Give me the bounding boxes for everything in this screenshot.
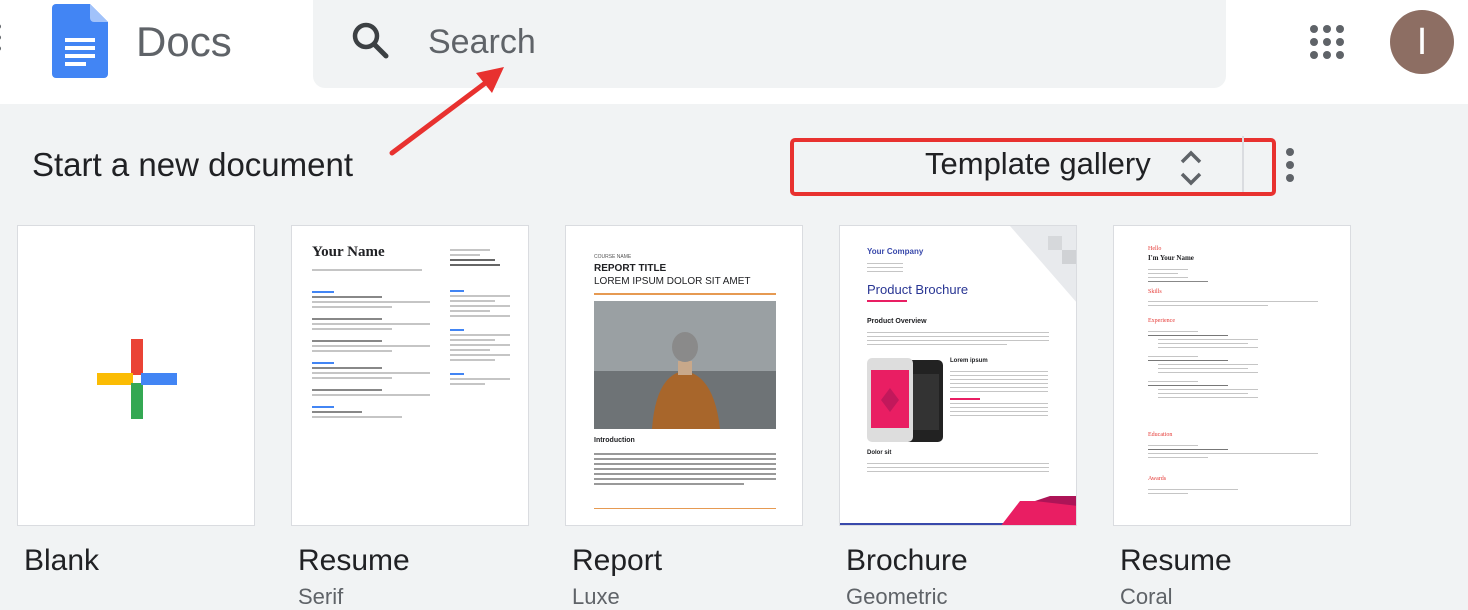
template-label-report[interactable]: Report bbox=[572, 544, 662, 578]
template-label-brochure[interactable]: Brochure bbox=[846, 544, 968, 578]
search-icon[interactable] bbox=[350, 20, 390, 60]
template-report[interactable]: COURSE NAME REPORT TITLE LOREM IPSUM DOL… bbox=[565, 225, 803, 526]
preview-overview: Product Overview bbox=[867, 318, 927, 325]
preview-course: COURSE NAME bbox=[594, 254, 632, 260]
preview-rule bbox=[594, 293, 776, 295]
preview-company: Your Company bbox=[867, 247, 924, 256]
preview-name: Your Name bbox=[312, 244, 385, 260]
preview-overview-text bbox=[867, 329, 1049, 348]
preview-education-text bbox=[1148, 442, 1318, 461]
template-label-resume-serif[interactable]: Resume bbox=[298, 544, 410, 578]
annotation-arrow bbox=[389, 67, 504, 156]
template-sub-brochure: Geometric bbox=[846, 584, 948, 609]
preview-title2: LOREM IPSUM DOLOR SIT AMET bbox=[594, 276, 751, 287]
template-label-resume-coral[interactable]: Resume bbox=[1120, 544, 1232, 578]
preview-education: Education bbox=[1148, 432, 1173, 438]
template-resume-serif[interactable]: Your Name bbox=[291, 225, 529, 526]
template-label-blank[interactable]: Blank bbox=[24, 544, 99, 578]
app-title[interactable]: Docs bbox=[136, 14, 232, 70]
preview-lorem: Lorem ipsum bbox=[950, 358, 988, 364]
preview-skills: Skills bbox=[1148, 289, 1162, 295]
section-title: Start a new document bbox=[32, 146, 354, 183]
preview-phones bbox=[867, 358, 943, 442]
preview-experience-text bbox=[1148, 328, 1318, 401]
top-bar: Docs I bbox=[0, 0, 1468, 104]
main-menu-icon[interactable] bbox=[0, 24, 6, 60]
google-apps-icon[interactable] bbox=[1310, 25, 1344, 59]
preview-lines bbox=[312, 266, 422, 274]
template-brochure[interactable]: Your Company Product Brochure Product Ov… bbox=[839, 225, 1077, 526]
search-input[interactable] bbox=[428, 20, 1128, 64]
preview-contact bbox=[1148, 266, 1208, 285]
preview-date bbox=[867, 300, 907, 302]
preview-experience: Experience bbox=[1148, 318, 1175, 324]
preview-awards: Awards bbox=[1148, 476, 1167, 482]
preview-body bbox=[312, 288, 430, 421]
preview-intro: Introduction bbox=[594, 437, 635, 444]
preview-dolor: Dolor sit bbox=[867, 450, 892, 456]
preview-name2: I'm Your Name bbox=[1148, 254, 1194, 262]
preview-footer-shapes bbox=[840, 496, 1076, 525]
preview-hello: Hello bbox=[1148, 246, 1162, 252]
preview-corner-pattern bbox=[1010, 226, 1076, 302]
preview-brochure-title: Product Brochure bbox=[867, 282, 969, 297]
preview-sidebar bbox=[450, 246, 510, 388]
preview-title1: REPORT TITLE bbox=[594, 263, 667, 274]
plus-icon bbox=[97, 339, 177, 419]
template-gallery-button[interactable]: Template gallery bbox=[925, 146, 1151, 182]
preview-lorem-text bbox=[950, 368, 1048, 419]
preview-awards-text bbox=[1148, 486, 1318, 497]
account-avatar[interactable]: I bbox=[1390, 10, 1454, 74]
more-options-icon[interactable] bbox=[1284, 148, 1296, 188]
template-sub-report: Luxe bbox=[572, 584, 620, 609]
preview-rule-bottom bbox=[594, 508, 776, 509]
preview-dolor-text bbox=[867, 460, 1049, 475]
preview-photo bbox=[594, 301, 776, 429]
preview-skills-text bbox=[1148, 298, 1318, 309]
template-sub-resume-coral: Coral bbox=[1120, 584, 1173, 609]
unfold-icon[interactable] bbox=[1178, 148, 1204, 188]
template-resume-coral[interactable]: Hello I'm Your Name Skills Experience Ed… bbox=[1113, 225, 1351, 526]
docs-logo-icon[interactable] bbox=[52, 4, 108, 78]
divider bbox=[1242, 136, 1244, 192]
preview-address bbox=[867, 260, 903, 275]
preview-text bbox=[594, 450, 776, 488]
template-sub-resume-serif: Serif bbox=[298, 584, 344, 609]
template-blank[interactable] bbox=[17, 225, 255, 526]
